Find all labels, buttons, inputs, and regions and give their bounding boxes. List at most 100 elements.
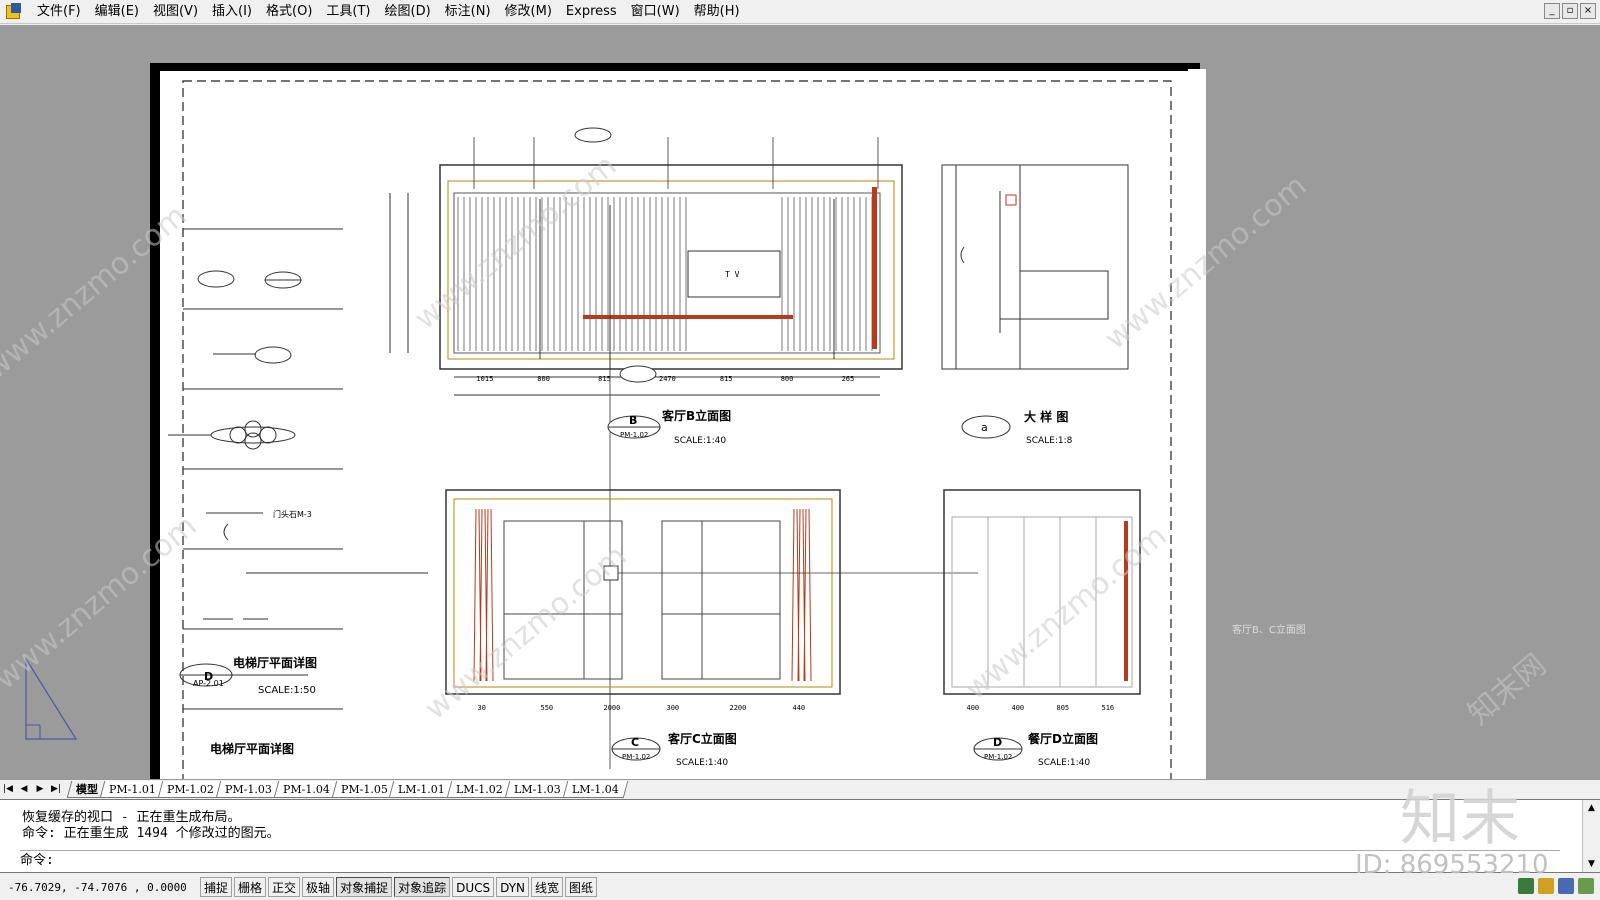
tab-pm-1-01[interactable]: PM-1.01: [99, 780, 166, 798]
close-button[interactable]: ×: [1580, 3, 1596, 19]
menu-window[interactable]: 窗口(W): [624, 1, 687, 23]
layout-paper: D 电梯厅平面详图 SCALE:1:50 AP-2.01 电梯厅平面详图 门头石…: [158, 69, 1206, 779]
command-history-line: 恢复缓存的视口 - 正在重生成布局。: [22, 810, 241, 825]
dimension-label: 300: [667, 704, 680, 712]
watermark-text: 知末网: [1461, 647, 1553, 733]
tv-label: T V: [725, 270, 740, 279]
snap-toggle[interactable]: 捕捉: [200, 877, 233, 897]
lineweight-toggle[interactable]: 线宽: [531, 877, 564, 897]
ducs-toggle[interactable]: DUCS: [452, 877, 495, 897]
view-b-scale: SCALE:1:40: [674, 436, 726, 446]
polar-toggle[interactable]: 极轴: [302, 877, 335, 897]
legend-tag-ref: AP-2.01: [193, 679, 224, 688]
view-c-tag-ref: PM-1.02: [622, 753, 650, 761]
dimension-label: 30: [478, 704, 486, 712]
restore-button[interactable]: ▫: [1562, 3, 1578, 19]
tab-lm-1-03[interactable]: LM-1.03: [504, 780, 570, 798]
ucs-icon: [25, 656, 78, 740]
scroll-down-icon[interactable]: ▼: [1583, 856, 1600, 872]
dimension-label: 2200: [730, 704, 747, 712]
ortho-toggle[interactable]: 正交: [268, 877, 301, 897]
dimension-label: 805: [1057, 704, 1070, 712]
legend-title: 电梯厅平面详图: [233, 655, 317, 670]
status-bar: -76.7029, -74.7076 , 0.0000 捕捉 栅格 正交 极轴 …: [0, 874, 1600, 900]
dimension-label: 550: [541, 704, 554, 712]
minimize-button[interactable]: _: [1544, 3, 1560, 19]
view-d-tag-ref: PM-1.02: [984, 753, 1012, 761]
dimension-label: 265: [842, 375, 855, 383]
menu-file[interactable]: 文件(F): [30, 1, 88, 23]
tab-pm-1-05[interactable]: PM-1.05: [331, 780, 397, 798]
dimension-label: 2470: [659, 375, 676, 383]
menu-bar: 文件(F) 编辑(E) 视图(V) 插入(I) 格式(O) 工具(T) 绘图(D…: [0, 0, 1600, 24]
app-logo-icon: [6, 2, 24, 21]
view-b-tag-letter: B: [629, 414, 637, 427]
menu-insert[interactable]: 插入(I): [205, 1, 259, 23]
view-c-title: 客厅C立面图: [667, 731, 737, 746]
paper-toggle[interactable]: 图纸: [565, 877, 598, 897]
view-d-title: 餐厅D立面图: [1028, 731, 1098, 746]
workspace-icon[interactable]: [1558, 878, 1574, 894]
command-input[interactable]: 命令:: [20, 850, 1560, 870]
command-history-line: 命令: 正在重生成 1494 个修改过的图元。: [22, 826, 280, 841]
dimension-label: 2000: [604, 704, 621, 712]
coordinate-readout: -76.7029, -74.7076 , 0.0000: [8, 880, 187, 894]
tab-first-button[interactable]: |◀: [0, 781, 16, 797]
tab-lm-1-01[interactable]: LM-1.01: [389, 780, 455, 798]
legend-scale: SCALE:1:50: [258, 685, 316, 696]
menu-view[interactable]: 视图(V): [146, 1, 205, 23]
command-window: 恢复缓存的视口 - 正在重生成布局。 命令: 正在重生成 1494 个修改过的图…: [0, 799, 1600, 873]
command-history: 恢复缓存的视口 - 正在重生成布局。 命令: 正在重生成 1494 个修改过的图…: [22, 810, 280, 842]
menu-express[interactable]: Express: [559, 1, 624, 23]
legend-bottom-title: 电梯厅平面详图: [210, 741, 294, 756]
view-d-tag-letter: D: [993, 736, 1002, 749]
tray-settings-icon[interactable]: [1578, 878, 1594, 894]
scroll-up-icon[interactable]: ▲: [1583, 800, 1600, 816]
side-view-label: 客厅B、C立面图: [1232, 625, 1306, 636]
osnap-toggle[interactable]: 对象捕捉: [336, 877, 393, 897]
tab-prev-button[interactable]: ◀: [16, 781, 32, 797]
view-a-title: 大 样 图: [1024, 409, 1068, 424]
menu-help[interactable]: 帮助(H): [687, 1, 747, 23]
drawing-canvas[interactable]: D 电梯厅平面详图 SCALE:1:50 AP-2.01 电梯厅平面详图 门头石…: [0, 25, 1600, 779]
dimension-label: 800: [537, 375, 550, 383]
annotation-scale-icon[interactable]: [1518, 878, 1534, 894]
view-d-scale: SCALE:1:40: [1038, 758, 1090, 768]
tab-lm-1-04[interactable]: LM-1.04: [562, 780, 628, 798]
view-b-tag-ref: PM-1.02: [620, 431, 648, 439]
tab-pm-1-03[interactable]: PM-1.03: [215, 780, 281, 798]
tab-lm-1-02[interactable]: LM-1.02: [446, 780, 513, 798]
tab-pm-1-02[interactable]: PM-1.02: [157, 780, 224, 798]
dimension-label: 516: [1102, 704, 1115, 712]
dimension-label: 815: [720, 375, 733, 383]
command-scrollbar[interactable]: ▲ ▼: [1582, 800, 1600, 872]
window-controls: _ ▫ ×: [1544, 3, 1596, 19]
layout-tab-bar: |◀ ◀ ▶ ▶| 模型 PM-1.01 PM-1.02 PM-1.03 PM-…: [0, 779, 1600, 798]
dimension-label: 440: [793, 704, 806, 712]
tab-pm-1-04[interactable]: PM-1.04: [273, 780, 339, 798]
tab-next-button[interactable]: ▶: [32, 781, 48, 797]
menu-draw[interactable]: 绘图(D): [378, 1, 438, 23]
dimension-label: 400: [1012, 704, 1025, 712]
view-c-tag-letter: C: [631, 736, 639, 749]
view-a-tag-letter: a: [981, 421, 988, 434]
dimension-label: 815: [598, 375, 611, 383]
dimension-label: 400: [967, 704, 980, 712]
view-c-scale: SCALE:1:40: [676, 758, 728, 768]
legend-door-label: 门头石M-3: [273, 509, 312, 519]
view-b-title: 客厅B立面图: [661, 408, 731, 423]
dimension-label: 1015: [476, 375, 493, 383]
grid-toggle[interactable]: 栅格: [234, 877, 267, 897]
menu-edit[interactable]: 编辑(E): [88, 1, 146, 23]
menu-dimension[interactable]: 标注(N): [438, 1, 498, 23]
cad-application: 文件(F) 编辑(E) 视图(V) 插入(I) 格式(O) 工具(T) 绘图(D…: [0, 0, 1600, 900]
tab-last-button[interactable]: ▶|: [48, 781, 64, 797]
menu-modify[interactable]: 修改(M): [498, 1, 559, 23]
menu-format[interactable]: 格式(O): [259, 1, 319, 23]
dyn-toggle[interactable]: DYN: [496, 877, 530, 897]
otrack-toggle[interactable]: 对象追踪: [394, 877, 451, 897]
command-prompt-label: 命令:: [20, 853, 54, 868]
lock-icon[interactable]: [1538, 878, 1554, 894]
drawing-sheet: D 电梯厅平面详图 SCALE:1:50 AP-2.01 电梯厅平面详图 门头石…: [158, 69, 1188, 779]
menu-tools[interactable]: 工具(T): [319, 1, 377, 23]
